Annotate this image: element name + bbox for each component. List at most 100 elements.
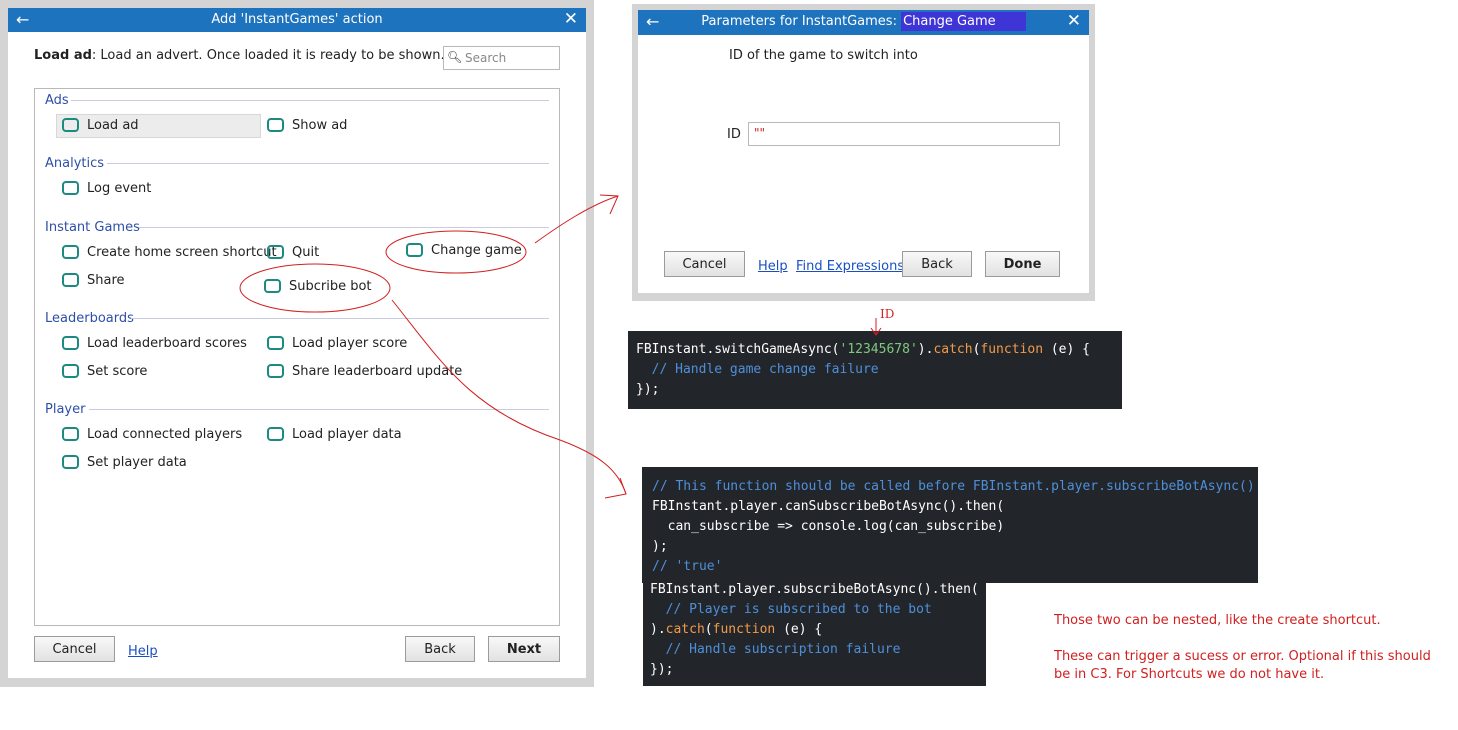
code-comment: // 'true' [652, 559, 723, 574]
gamepad-icon [267, 335, 284, 350]
parameters-title: Parameters for InstantGames: Change Game [638, 12, 1089, 31]
id-input[interactable]: "" [748, 122, 1060, 146]
group-divider [89, 409, 549, 410]
action-item-subscribe-bot[interactable]: Subcribe bot [264, 276, 372, 298]
id-input-value: "" [754, 126, 766, 140]
done-button[interactable]: Done [985, 251, 1060, 277]
find-expressions-link[interactable]: Find Expressions [796, 259, 904, 274]
action-item-label: Load leaderboard scores [87, 336, 247, 351]
search-icon: 🔍︎ [447, 50, 463, 64]
note-success-error: These can trigger a sucess or error. Opt… [1054, 649, 1431, 664]
group-label-analytics: Analytics [45, 156, 105, 171]
search-placeholder: Search [465, 51, 507, 65]
gamepad-icon [267, 363, 284, 378]
next-button[interactable]: Next [488, 636, 560, 662]
code-line: FBInstant.player.subscribeBotAsync().the… [650, 582, 979, 597]
action-item-label: Create home screen shortcut [87, 245, 277, 260]
action-item-share[interactable]: Share [62, 270, 125, 292]
code-line: ).catch(function (e) { [650, 622, 823, 637]
action-item-load-player-score[interactable]: Load player score [267, 333, 407, 355]
action-item-label: Set player data [87, 455, 187, 470]
code-line: ); [652, 539, 668, 554]
help-link[interactable]: Help [758, 259, 788, 274]
action-item-share-leaderboard-update[interactable]: Share leaderboard update [267, 361, 462, 383]
action-item-set-score[interactable]: Set score [62, 361, 147, 383]
action-item-label: Load player score [292, 336, 408, 351]
back-button[interactable]: Back [902, 251, 972, 277]
group-divider [139, 227, 549, 228]
gamepad-icon [62, 454, 79, 469]
gamepad-icon [62, 363, 79, 378]
action-item-label: Quit [292, 245, 320, 260]
gamepad-icon [62, 244, 79, 259]
parameters-title-action: Change Game [901, 12, 1026, 31]
action-item-load-leaderboard-scores[interactable]: Load leaderboard scores [62, 333, 247, 355]
code-line: FBInstant.player.canSubscribeBotAsync().… [652, 499, 1005, 514]
close-icon[interactable]: ✕ [564, 9, 578, 29]
action-item-quit[interactable]: Quit [267, 242, 319, 264]
help-link[interactable]: Help [128, 644, 158, 659]
action-item-label: Load ad [87, 118, 139, 133]
gamepad-icon [267, 117, 284, 132]
gamepad-icon [267, 244, 284, 259]
code-line: }); [636, 382, 660, 397]
code-switch-game: FBInstant.switchGameAsync('12345678').ca… [628, 331, 1122, 409]
code-comment: // Handle game change failure [636, 362, 879, 377]
action-item-load-ad[interactable]: Load ad [56, 114, 261, 138]
code-comment: // This function should be called before… [652, 479, 1255, 494]
group-label-leaderboards: Leaderboards [45, 311, 134, 326]
parameters-titlebar: ← Parameters for InstantGames: Change Ga… [638, 10, 1089, 35]
parameters-body: ID of the game to switch into ID "" Canc… [638, 35, 1089, 293]
group-label-instant-games: Instant Games [45, 220, 140, 235]
parameter-description: ID of the game to switch into [729, 48, 918, 63]
back-button[interactable]: Back [405, 636, 475, 662]
gamepad-icon [62, 180, 79, 195]
group-label-ads: Ads [45, 93, 69, 108]
gamepad-icon [62, 335, 79, 350]
parameters-title-prefix: Parameters for InstantGames: [701, 14, 902, 29]
action-item-label: Share leaderboard update [292, 364, 463, 379]
annotation-id-label: ID [880, 307, 895, 321]
action-item-label: Set score [87, 364, 148, 379]
annotation-arrowhead [599, 194, 619, 215]
group-divider [107, 163, 549, 164]
cancel-button[interactable]: Cancel [664, 251, 745, 277]
action-item-label: Subcribe bot [289, 279, 372, 294]
note-nested: Those two can be nested, like the create… [1054, 613, 1381, 628]
action-item-label: Load player data [292, 427, 402, 442]
dialog-title: Add 'InstantGames' action [211, 12, 383, 27]
action-name: Load ad [34, 48, 92, 63]
action-item-label: Load connected players [87, 427, 243, 442]
action-item-label: Show ad [292, 118, 348, 133]
gamepad-icon [62, 117, 79, 132]
code-can-subscribe-bot: // This function should be called before… [642, 467, 1258, 583]
code-comment: // Player is subscribed to the bot [650, 602, 932, 617]
action-item-show-ad[interactable]: Show ad [267, 115, 347, 137]
id-label: ID [727, 127, 741, 142]
action-item-create-home-screen-shortcut[interactable]: Create home screen shortcut [62, 242, 277, 264]
action-item-load-player-data[interactable]: Load player data [267, 424, 402, 446]
gamepad-icon [62, 426, 79, 441]
search-input[interactable]: 🔍︎ Search [443, 46, 560, 70]
close-icon[interactable]: ✕ [1067, 11, 1081, 31]
group-label-player: Player [45, 402, 86, 417]
action-item-label: Share [87, 273, 125, 288]
action-item-label: Change game [431, 243, 522, 258]
code-line: can_subscribe => console.log(can_subscri… [652, 519, 1005, 534]
action-item-log-event[interactable]: Log event [62, 178, 151, 200]
group-divider [131, 318, 549, 319]
code-subscribe-bot: FBInstant.player.subscribeBotAsync().the… [643, 580, 986, 686]
add-action-dialog: ← Add 'InstantGames' action ✕ Load ad: L… [0, 0, 594, 687]
action-item-set-player-data[interactable]: Set player data [62, 452, 187, 474]
dialog-titlebar: ← Add 'InstantGames' action ✕ [8, 8, 586, 32]
gamepad-icon [406, 242, 423, 257]
note-shortcuts: be in C3. For Shortcuts we do not have i… [1054, 667, 1325, 682]
gamepad-icon [264, 278, 281, 293]
group-divider [71, 100, 549, 101]
action-item-load-connected-players[interactable]: Load connected players [62, 424, 242, 446]
action-description-text: : Load an advert. Once loaded it is read… [91, 48, 445, 63]
action-list: Ads Load ad Show ad Analytics Log event … [34, 88, 560, 626]
annotation-arrowhead [604, 477, 627, 499]
action-item-change-game[interactable]: Change game [406, 240, 522, 262]
cancel-button[interactable]: Cancel [34, 636, 115, 662]
